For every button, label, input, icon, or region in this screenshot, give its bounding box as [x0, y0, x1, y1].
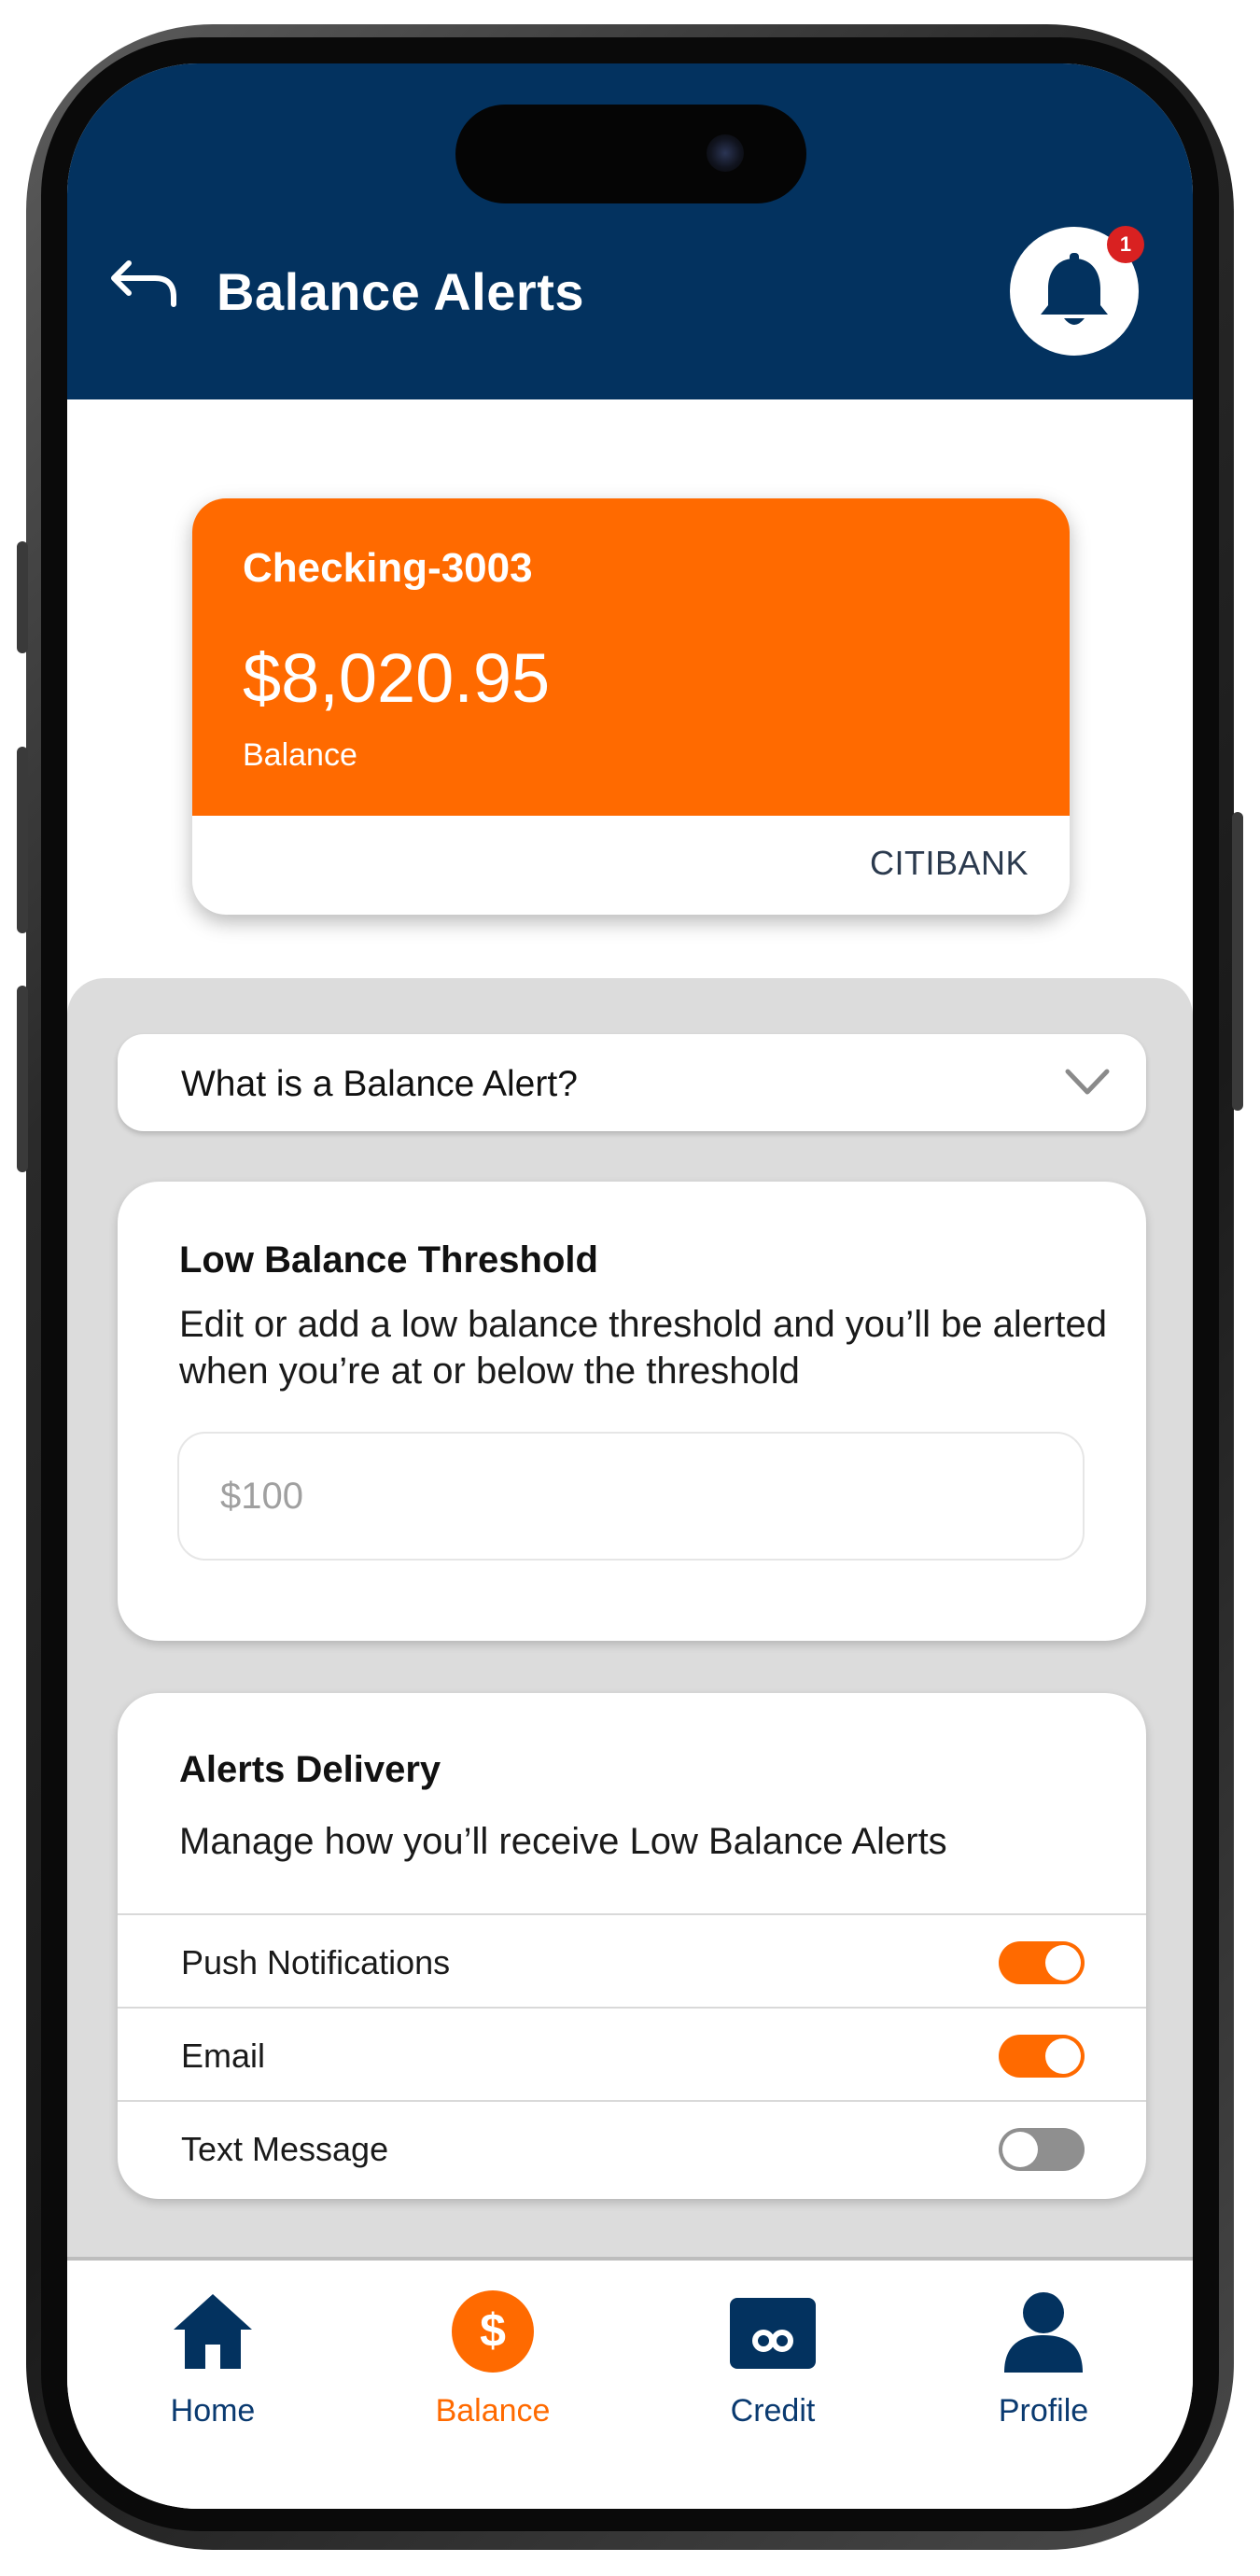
threshold-description: Edit or add a low balance threshold and … [179, 1304, 1107, 1392]
threshold-heading: Low Balance Threshold [179, 1239, 598, 1281]
dollar-icon: $ [452, 2290, 534, 2373]
account-name: Checking-3003 [243, 545, 533, 591]
delivery-option-push: Push Notifications [118, 1913, 1146, 2009]
delivery-option-text: Text Message [118, 2100, 1146, 2195]
delivery-option-label: Email [181, 2037, 266, 2075]
front-camera [707, 134, 744, 172]
account-balance: $8,020.95 [243, 639, 551, 717]
threshold-card: Low Balance Threshold Edit or add a low … [118, 1182, 1146, 1641]
nav-label-credit: Credit [730, 2393, 816, 2429]
volume-down-button [17, 986, 28, 1172]
notification-badge: 1 [1107, 226, 1144, 263]
toggle-knob [1002, 2132, 1038, 2167]
delivery-option-label: Text Message [181, 2130, 389, 2168]
nav-label-profile: Profile [998, 2393, 1089, 2429]
credit-card-icon [730, 2298, 816, 2369]
email-toggle[interactable] [999, 2035, 1085, 2078]
nav-label-home: Home [170, 2393, 256, 2429]
delivery-heading: Alerts Delivery [179, 1749, 441, 1790]
back-arrow-icon [111, 260, 176, 307]
home-icon [174, 2294, 252, 2369]
threshold-input[interactable] [177, 1432, 1085, 1561]
svg-text:$: $ [480, 2304, 506, 2357]
push-notifications-toggle[interactable] [999, 1941, 1085, 1984]
nav-profile[interactable]: Profile [950, 2289, 1137, 2438]
chevron-down-icon [1065, 1069, 1110, 1095]
nav-balance[interactable]: $ Balance [399, 2289, 586, 2438]
toggle-knob [1045, 2038, 1081, 2074]
account-balance-label: Balance [243, 737, 357, 773]
app-header: Balance Alerts 1 [67, 63, 1193, 399]
action-button [17, 541, 28, 653]
faq-accordion[interactable]: What is a Balance Alert? [118, 1034, 1146, 1131]
dynamic-island [455, 105, 806, 203]
profile-icon [1004, 2292, 1083, 2373]
toggle-knob [1045, 1945, 1081, 1981]
text-message-toggle[interactable] [999, 2128, 1085, 2171]
nav-credit[interactable]: Credit [679, 2289, 866, 2438]
bank-name: CITIBANK [869, 844, 1029, 882]
delivery-option-email: Email [118, 2007, 1146, 2102]
nav-home[interactable]: Home [119, 2289, 306, 2438]
faq-title: What is a Balance Alert? [181, 1064, 578, 1104]
volume-up-button [17, 747, 28, 933]
nav-label-balance: Balance [435, 2393, 551, 2429]
page-title: Balance Alerts [217, 262, 584, 321]
delivery-card: Alerts Delivery Manage how you’ll receiv… [118, 1693, 1146, 2199]
power-button [1232, 812, 1243, 1111]
account-card[interactable]: Checking-3003 $8,020.95 Balance CITIBANK [192, 498, 1070, 915]
delivery-option-label: Push Notifications [181, 1943, 451, 1981]
app-screen: Balance Alerts 1 Checking-3003 $8,020.95… [67, 63, 1193, 2509]
back-button[interactable] [108, 250, 183, 315]
bottom-nav: Home $ Balance Credit Profile [67, 2257, 1193, 2509]
account-card-header: Checking-3003 $8,020.95 Balance [192, 498, 1070, 816]
delivery-description: Manage how you’ll receive Low Balance Al… [179, 1821, 947, 1862]
